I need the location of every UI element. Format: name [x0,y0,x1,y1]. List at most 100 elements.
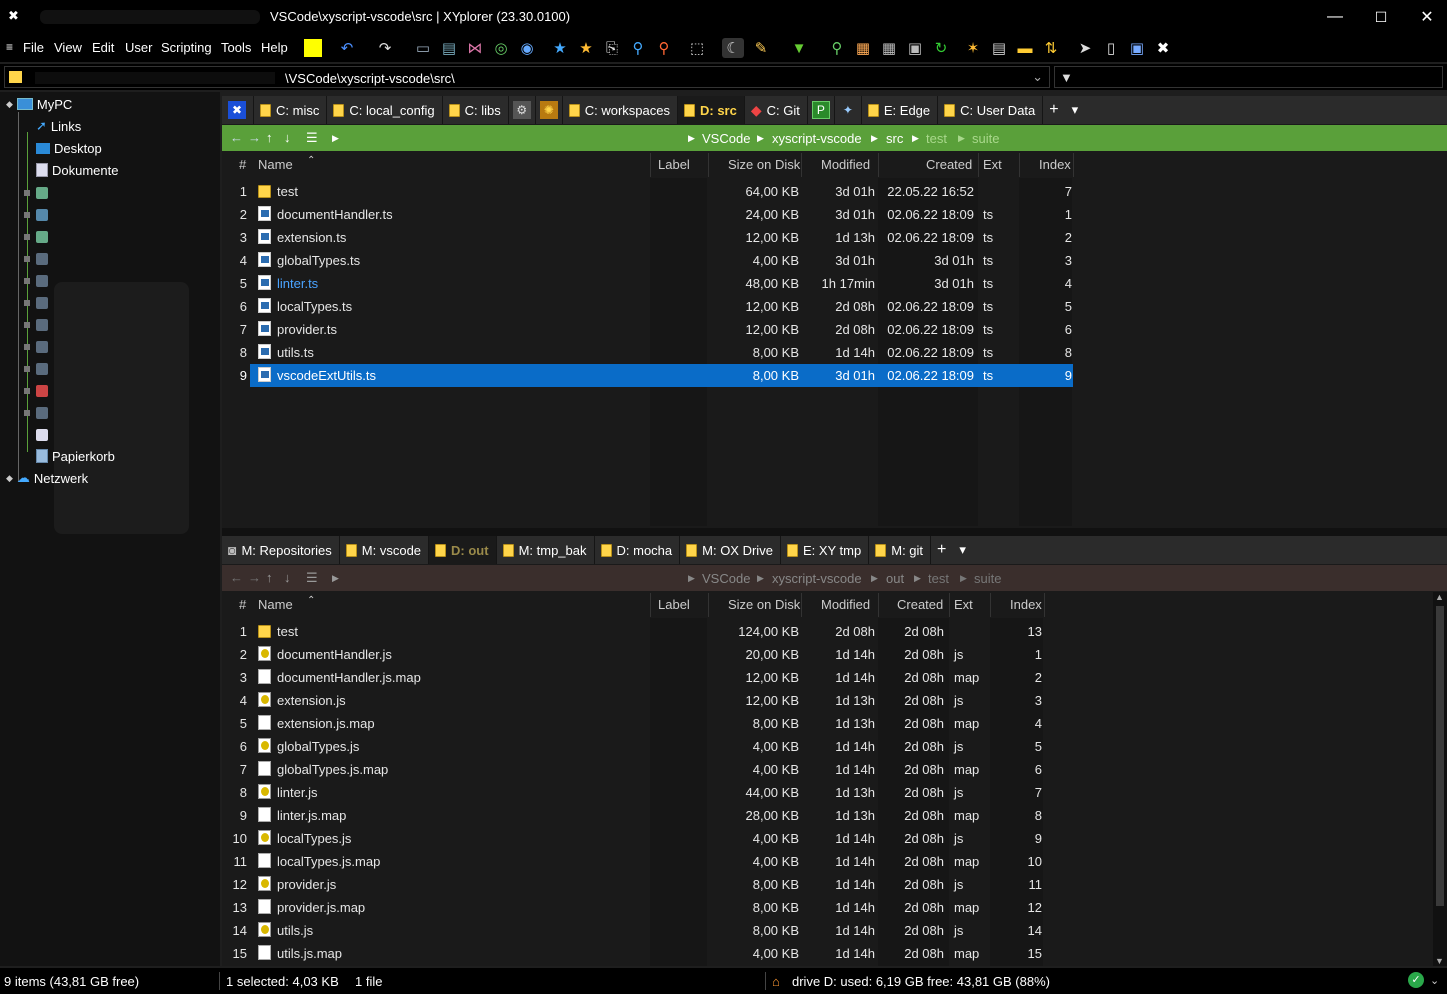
add-tab-button[interactable]: + [931,536,954,564]
down-icon[interactable]: ↓ [284,570,291,585]
crumb-test[interactable]: test [926,131,947,146]
user-drive-icon[interactable] [36,187,48,199]
table-row[interactable]: 9 linter.js.map 28,00 KB 1d 13h 2d 08h map 8 [230,804,1430,827]
select-icon[interactable]: ⬚ [686,38,708,58]
tree-item-papierkorb[interactable]: Papierkorb [36,446,115,466]
table-row[interactable]: 10 localTypes.js 4,00 KB 1d 14h 2d 08h js 9 [230,827,1430,850]
tab-e-edge[interactable]: E: Edge [861,96,939,124]
table-row[interactable]: 9 vscodeExtUtils.ts 8,00 KB 3d 01h 02.06.22 … [230,364,1430,387]
table-row[interactable]: 5 linter.ts 48,00 KB 1h 17min 3d 01h ts 4 [230,272,1430,295]
tab-c-local-config[interactable]: C: local_config [327,96,443,124]
grid-icon[interactable]: ▦ [878,38,900,58]
drive-x-icon[interactable] [36,407,48,419]
computer-icon[interactable]: ▭ [412,38,434,58]
document-icon[interactable]: ▯ [1100,38,1122,58]
col-header-created[interactable]: Created [926,157,972,172]
close-button[interactable]: ✕ [1404,0,1447,34]
table-row[interactable]: 15 utils.js.map 4,00 KB 1d 14h 2d 08h map 15 [230,942,1430,965]
menu-user[interactable]: User [125,40,152,55]
col-header-index[interactable]: Index [1039,157,1071,172]
chevron-right-icon[interactable]: ▶ [960,573,967,584]
drive-g-icon[interactable] [36,297,48,309]
crumb-test[interactable]: test [928,571,949,586]
back-icon[interactable]: ← [230,570,243,585]
back-icon[interactable]: ← [230,130,243,145]
col-header-size[interactable]: Size on Disk [728,157,800,172]
menu-tools[interactable]: Tools [221,40,251,55]
tab-m-tmp-bak[interactable]: M: tmp_bak [496,536,595,564]
chevron-right-icon[interactable]: ▶ [757,133,764,144]
table-row[interactable]: 3 documentHandler.js.map 12,00 KB 1d 14h 2d … [230,666,1430,689]
table-row[interactable]: 1 test 124,00 KB 2d 08h 2d 08h 13 [230,620,1430,643]
table-row[interactable]: 1 test 64,00 KB 3d 01h 22.05.22 16:52 7 [230,180,1430,203]
network-drive-icon[interactable] [36,209,48,221]
expand-icon[interactable]: ◆ [6,473,13,484]
printer-icon[interactable]: ▤ [988,38,1010,58]
table-row[interactable]: 3 extension.ts 12,00 KB 1d 13h 02.06.22 18:0… [230,226,1430,249]
chevron-right-icon[interactable]: ▶ [958,133,965,144]
filter-icon[interactable]: ▼ [788,38,810,58]
add-tab-button[interactable]: + [1043,96,1066,124]
hamburger-icon[interactable]: ≡ [6,40,13,54]
col-header-index[interactable]: Index [1010,597,1042,612]
tab-m-repositories[interactable]: ◙ M: Repositories [222,536,340,564]
sort-icon[interactable]: ⇅ [1040,38,1062,58]
crumb-suite[interactable]: suite [974,571,1001,586]
table-row[interactable]: 2 documentHandler.js 20,00 KB 1d 14h 2d 08h j… [230,643,1430,666]
send-icon[interactable]: ➤ [1074,38,1096,58]
zoom-icon[interactable]: ⚲ [826,38,848,58]
col-header-modified[interactable]: Modified [821,157,870,172]
star-icon[interactable]: ★ [575,38,597,58]
window-icon[interactable] [36,429,48,441]
bottom-scrollbar[interactable]: ▲ ▼ [1433,592,1447,966]
highlight-color-icon[interactable] [304,39,322,57]
tools-icon[interactable]: ✶ [962,38,984,58]
chevron-right-icon[interactable]: ▶ [332,573,339,584]
redo-icon[interactable]: ↷ [374,38,396,58]
col-header-label[interactable]: Label [658,597,690,612]
window-icon[interactable]: ▤ [438,38,460,58]
chevron-down-icon[interactable]: ⌄ [1032,69,1043,85]
tab-d-out[interactable]: D: out [429,536,497,564]
palette-icon[interactable]: ▦ [852,38,874,58]
address-input[interactable]: \VSCode\xyscript-vscode\src\ ⌄ [4,66,1050,88]
scroll-up-icon[interactable]: ▲ [1435,592,1444,602]
table-row[interactable]: 4 extension.js 12,00 KB 1d 13h 2d 08h js 3 [230,689,1430,712]
crumb-suite[interactable]: suite [972,131,999,146]
dark-mode-icon[interactable]: ☾ [722,38,744,58]
col-header-num[interactable]: # [239,157,246,172]
menu-edit[interactable]: Edit [92,40,114,55]
pane-divider[interactable] [222,528,1447,536]
chevron-right-icon[interactable]: ▶ [871,133,878,144]
target-icon[interactable]: ◉ [516,38,538,58]
table-row[interactable]: 12 provider.js 8,00 KB 1d 14h 2d 08h js 11 [230,873,1430,896]
drive-m-icon[interactable] [36,363,48,375]
menu-file[interactable]: File [23,40,44,55]
tab-m-ox-drive[interactable]: M: OX Drive [680,536,781,564]
tab-sun[interactable]: ✺ [535,96,563,124]
minimize-button[interactable]: — [1312,0,1358,34]
chevron-right-icon[interactable]: ▶ [688,573,695,584]
col-header-modified[interactable]: Modified [821,597,870,612]
tab-m-git[interactable]: M: git [869,536,932,564]
chevron-right-icon[interactable]: ▶ [914,573,921,584]
tree-item-mypc[interactable]: ◆ MyPC [6,94,72,114]
table-row[interactable]: 7 globalTypes.js.map 4,00 KB 1d 14h 2d 08h ma… [230,758,1430,781]
user-drive-icon[interactable] [36,231,48,243]
tab-gear[interactable]: ⚙ [508,96,536,124]
check-icon[interactable]: ✓ [1408,972,1424,988]
tab-menu-button[interactable]: ▾ [953,536,973,564]
crumb-src[interactable]: src [886,131,903,146]
tab-xy[interactable]: ✖ [222,96,254,124]
menu-help[interactable]: Help [261,40,288,55]
tree-item-netzwerk[interactable]: ◆ ☁ Netzwerk [6,468,88,488]
col-header-ext[interactable]: Ext [983,157,1002,172]
tab-menu-button[interactable]: ▾ [1065,96,1086,124]
table-row[interactable]: 7 provider.ts 12,00 KB 2d 08h 02.06.22 18:09… [230,318,1430,341]
drive-disconnected-icon[interactable] [36,385,48,397]
drive-f-icon[interactable] [36,275,48,287]
table-row[interactable]: 8 linter.js 44,00 KB 1d 13h 2d 08h js 7 [230,781,1430,804]
chevron-right-icon[interactable]: ▶ [871,573,878,584]
col-header-num[interactable]: # [239,597,246,612]
chevron-right-icon[interactable]: ▶ [912,133,919,144]
